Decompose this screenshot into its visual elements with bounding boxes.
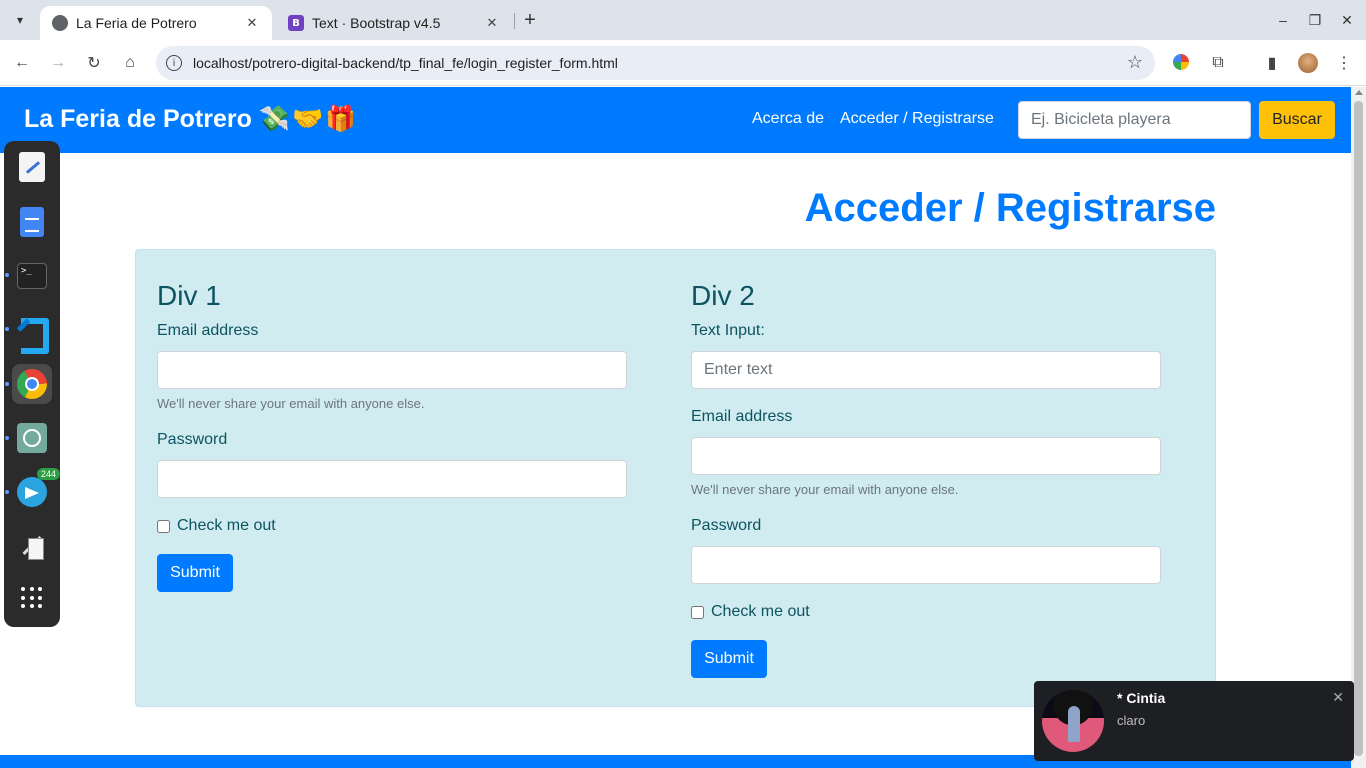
check-me-out-checkbox[interactable]: [157, 519, 170, 533]
tab-bootstrap[interactable]: B Text · Bootstrap v4.5 ✕: [276, 6, 512, 40]
close-tab-icon[interactable]: ✕: [484, 15, 500, 31]
site-navbar: La Feria de Potrero 💸🤝🎁 Acerca de Accede…: [0, 87, 1351, 153]
search-input[interactable]: [1018, 101, 1251, 139]
close-icon[interactable]: ✕: [1332, 689, 1344, 706]
terminal-icon: >_: [17, 263, 47, 289]
text-input-label: Text Input:: [691, 322, 765, 339]
page-viewport: La Feria de Potrero 💸🤝🎁 Acerca de Accede…: [0, 87, 1351, 768]
color-extension-icon[interactable]: [1173, 54, 1189, 70]
search-button[interactable]: Buscar: [1259, 101, 1335, 139]
drawing-icon: [18, 532, 46, 560]
dock-vscode[interactable]: [12, 310, 52, 354]
email-label: Email address: [691, 408, 793, 425]
dock-show-apps[interactable]: [12, 578, 52, 618]
dock-google-docs[interactable]: [12, 202, 52, 242]
minimize-icon[interactable]: –: [1271, 8, 1295, 32]
email-field[interactable]: [157, 351, 627, 389]
browser-toolbar: ← → ↻ ⌂ i localhost/potrero-digital-back…: [0, 40, 1366, 86]
dock-drawing-app[interactable]: [12, 526, 52, 566]
text-input-field[interactable]: [691, 351, 1161, 389]
google-docs-icon: [20, 207, 44, 237]
nav-link-about[interactable]: Acerca de: [752, 110, 824, 128]
email-label: Email address: [157, 322, 259, 339]
tab-title: Text · Bootstrap v4.5: [312, 15, 441, 31]
home-icon[interactable]: ⌂: [117, 50, 143, 76]
check-me-out-label: Check me out: [177, 517, 276, 534]
running-indicator: [5, 273, 9, 277]
page-title: Acceder / Registrarse: [804, 186, 1216, 230]
bootstrap-icon: B: [288, 15, 304, 31]
chrome-icon: [17, 369, 47, 399]
dock-text-editor[interactable]: [12, 147, 52, 187]
div1-heading: Div 1: [157, 280, 221, 311]
unread-badge: 244: [37, 468, 61, 480]
notification-message: claro: [1117, 713, 1146, 728]
tab-divider: [514, 13, 515, 29]
sender-avatar: [1042, 690, 1104, 752]
close-tab-icon[interactable]: ✕: [244, 15, 260, 31]
extensions-icon[interactable]: ⧉: [1205, 50, 1231, 76]
reload-icon[interactable]: ↻: [81, 50, 107, 76]
check-me-out-label: Check me out: [711, 603, 810, 620]
chat-notification[interactable]: * Cintia claro ✕: [1034, 681, 1354, 761]
email-field[interactable]: [691, 437, 1161, 475]
restore-icon[interactable]: ❐: [1303, 8, 1327, 32]
check-me-out[interactable]: Check me out: [691, 603, 810, 621]
url-text[interactable]: localhost/potrero-digital-backend/tp_fin…: [193, 55, 618, 71]
tab-search-icon[interactable]: ▾: [8, 8, 32, 32]
running-indicator: [5, 490, 9, 494]
site-brand[interactable]: La Feria de Potrero 💸🤝🎁: [24, 104, 358, 134]
browser-tab-bar: ▾ La Feria de Potrero ✕ B Text · Bootstr…: [0, 0, 1366, 40]
menu-kebab-icon[interactable]: ⋮: [1331, 50, 1357, 76]
scroll-up-arrow-icon[interactable]: [1355, 90, 1363, 95]
email-help-text: We'll never share your email with anyone…: [691, 482, 959, 497]
bookmark-star-icon[interactable]: ☆: [1127, 52, 1143, 73]
check-me-out[interactable]: Check me out: [157, 517, 276, 535]
telegram-icon: [17, 477, 47, 507]
dock-chatgpt[interactable]: [12, 418, 52, 458]
running-indicator: [5, 327, 9, 331]
globe-icon: [52, 15, 68, 31]
email-help-text: We'll never share your email with anyone…: [157, 396, 425, 411]
page-scrollbar[interactable]: [1351, 87, 1366, 768]
vscode-icon: [17, 315, 49, 354]
app-grid-icon: [21, 587, 43, 609]
scrollbar-thumb[interactable]: [1354, 101, 1363, 756]
address-bar[interactable]: i localhost/potrero-digital-backend/tp_f…: [156, 46, 1155, 80]
close-window-icon[interactable]: ✕: [1335, 8, 1359, 32]
back-icon[interactable]: ←: [9, 50, 35, 76]
brand-emoji: 💸🤝🎁: [258, 104, 359, 133]
password-field[interactable]: [157, 460, 627, 498]
password-label: Password: [691, 517, 762, 534]
password-label: Password: [157, 431, 228, 448]
check-me-out-checkbox[interactable]: [691, 605, 704, 619]
tab-la-feria[interactable]: La Feria de Potrero ✕: [40, 6, 272, 40]
text-editor-icon: [19, 152, 45, 182]
dock-terminal[interactable]: >_: [12, 256, 52, 296]
forward-icon[interactable]: →: [45, 50, 71, 76]
tab-title: La Feria de Potrero: [76, 15, 197, 31]
div2-heading: Div 2: [691, 280, 755, 311]
site-info-icon[interactable]: i: [166, 55, 182, 71]
running-indicator: [5, 382, 9, 386]
dock-chrome[interactable]: [12, 364, 52, 404]
chatgpt-icon: [17, 423, 47, 453]
notification-sender: * Cintia: [1117, 690, 1166, 706]
nav-link-login[interactable]: Acceder / Registrarse: [840, 110, 994, 128]
dock-telegram[interactable]: 244: [12, 468, 61, 512]
new-tab-button[interactable]: +: [518, 8, 542, 32]
submit-button[interactable]: Submit: [157, 554, 233, 592]
forms-panel: Div 1 Email address We'll never share yo…: [135, 249, 1216, 707]
brand-text: La Feria de Potrero: [24, 105, 252, 133]
password-field[interactable]: [691, 546, 1161, 584]
running-indicator: [5, 436, 9, 440]
profile-avatar[interactable]: [1298, 53, 1318, 73]
submit-button[interactable]: Submit: [691, 640, 767, 678]
os-dock: >_ 244: [4, 141, 61, 627]
side-panel-icon[interactable]: ▮: [1259, 50, 1285, 76]
